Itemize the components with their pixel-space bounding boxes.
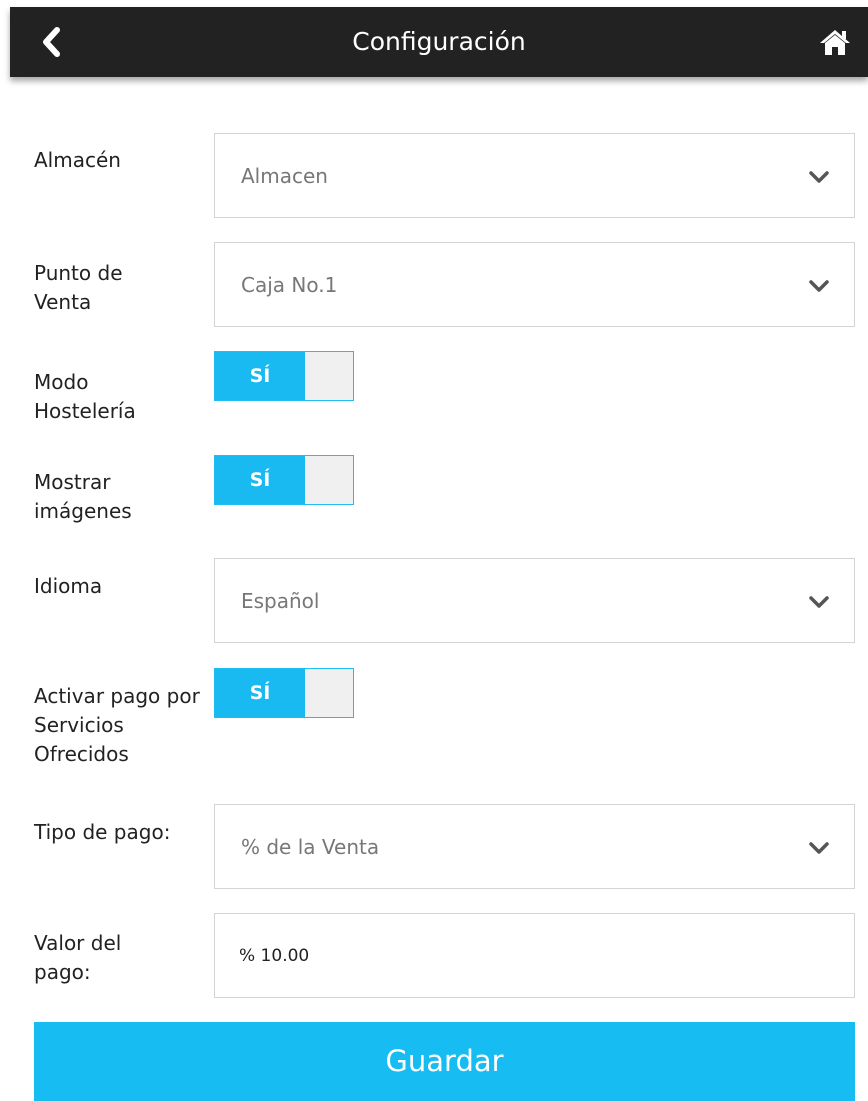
tipo-pago-label: Tipo de pago: [34,820,171,844]
toggle-on-label: SÍ [215,352,305,400]
page-title: Configuración [352,27,526,56]
save-button[interactable]: Guardar [34,1022,855,1101]
chevron-down-icon [809,280,829,292]
toggle-on-label: SÍ [215,456,305,504]
home-icon [820,30,850,55]
valor-pago-input-value: % 10.00 [239,946,310,966]
toggle-on-label: SÍ [215,669,305,717]
chevron-down-icon [809,842,829,854]
almacen-select-value: Almacen [241,164,328,188]
tipo-pago-select[interactable]: % de la Venta [214,804,855,889]
modo-hosteleria-toggle[interactable]: SÍ [214,351,354,401]
punto-venta-select[interactable]: Caja No.1 [214,242,855,327]
home-button[interactable] [818,27,852,57]
chevron-down-icon [809,171,829,183]
punto-venta-label: Punto de Venta [34,261,123,314]
valor-pago-label: Valor del pago: [34,931,122,984]
activar-pago-toggle[interactable]: SÍ [214,668,354,718]
punto-venta-select-value: Caja No.1 [241,273,338,297]
mostrar-imagenes-label: Mostrar imágenes [34,470,132,523]
app-header: Configuración [10,7,868,77]
modo-hosteleria-label: Modo Hostelería [34,370,136,423]
idioma-select-value: Español [241,589,320,613]
activar-pago-label: Activar pago por Servicios Ofrecidos [34,684,200,766]
idioma-label: Idioma [34,574,103,598]
mostrar-imagenes-toggle[interactable]: SÍ [214,455,354,505]
idioma-select[interactable]: Español [214,558,855,643]
valor-pago-input[interactable]: % 10.00 [214,913,855,998]
almacen-select[interactable]: Almacen [214,133,855,218]
chevron-down-icon [809,596,829,608]
tipo-pago-select-value: % de la Venta [241,835,380,859]
almacen-label: Almacén [34,148,121,172]
